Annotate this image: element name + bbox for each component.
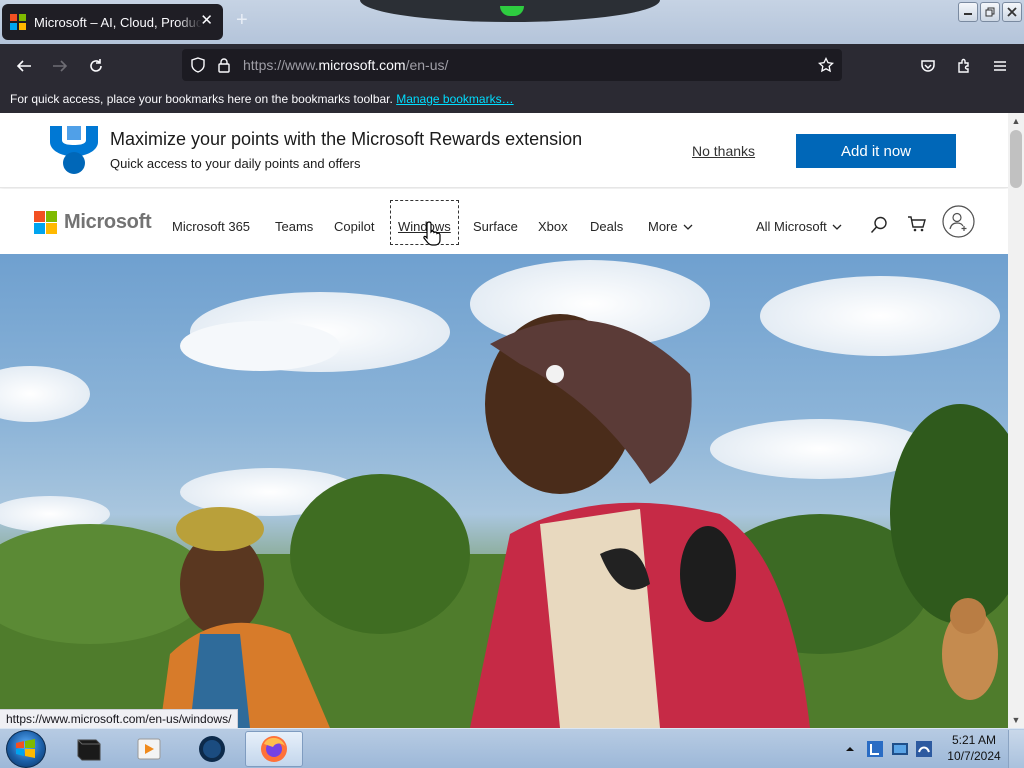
banner-subtitle: Quick access to your daily points and of… — [110, 156, 361, 171]
banner-title: Maximize your points with the Microsoft … — [110, 129, 583, 149]
extensions-icon — [958, 58, 969, 73]
rewards-banner: Maximize your points with the Microsoft … — [0, 113, 1008, 188]
microsoft-logo[interactable]: Microsoft — [34, 211, 152, 234]
browser-tab-active[interactable]: Microsoft – AI, Cloud, Productivity, Com… — [2, 4, 223, 40]
web-page: Maximize your points with the Microsoft … — [0, 113, 1008, 728]
bookmarks-message: For quick access, place your bookmarks h… — [10, 92, 393, 106]
minimize-icon — [964, 13, 972, 15]
menu-icon — [994, 61, 1006, 71]
scroll-up-icon[interactable]: ▲ — [1010, 115, 1022, 127]
browser-toolbar: https://www.microsoft.com/en-us/ — [0, 44, 1024, 86]
nav-microsoft-365[interactable]: Microsoft 365 — [172, 219, 250, 234]
extensions-button[interactable] — [950, 52, 978, 80]
nav-copilot[interactable]: Copilot — [334, 219, 374, 234]
taskbar-firefox[interactable] — [245, 731, 303, 767]
scrollbar-thumb[interactable] — [1010, 130, 1022, 188]
tab-close-icon[interactable]: ✕ — [200, 13, 213, 29]
nav-surface[interactable]: Surface — [473, 219, 518, 234]
tray-monitor-icon[interactable] — [890, 739, 910, 759]
taskbar-app-globe[interactable] — [183, 731, 241, 767]
minimize-button[interactable] — [958, 2, 978, 22]
hero-image — [0, 254, 1008, 728]
restore-icon — [985, 7, 995, 17]
globe-app-icon — [199, 736, 225, 762]
no-thanks-link[interactable]: No thanks — [692, 143, 755, 159]
close-window-button[interactable] — [1002, 2, 1022, 22]
page-scrollbar[interactable] — [1008, 113, 1024, 728]
nav-teams[interactable]: Teams — [275, 219, 313, 234]
microsoft-logo-icon — [34, 211, 57, 234]
rewards-trophy-icon — [50, 126, 98, 174]
manage-bookmarks-link[interactable]: Manage bookmarks… — [396, 92, 513, 106]
add-it-now-button[interactable]: Add it now — [796, 134, 956, 168]
status-link-preview: https://www.microsoft.com/en-us/windows/ — [0, 709, 239, 728]
chevron-down-icon — [683, 224, 693, 230]
search-icon[interactable] — [870, 216, 888, 234]
back-icon — [16, 60, 31, 72]
site-header: Microsoft Microsoft 365 Teams Copilot Wi… — [0, 189, 1008, 254]
nav-more-label: More — [648, 219, 678, 234]
clock-time: 5:21 AM — [951, 733, 997, 747]
windows-start-icon — [16, 739, 35, 758]
microsoft-wordmark: Microsoft — [64, 211, 152, 233]
taskbar-terminal[interactable] — [60, 731, 118, 767]
nav-deals[interactable]: Deals — [590, 219, 623, 234]
chevron-down-icon — [832, 224, 842, 230]
lock-icon[interactable] — [217, 57, 231, 73]
url-host: microsoft.com — [318, 57, 406, 73]
media-player-icon — [137, 738, 161, 760]
tab-title: Microsoft – AI, Cloud, Productivity, Com… — [34, 14, 202, 30]
tray-network-icon[interactable] — [914, 739, 934, 759]
app-menu-button[interactable] — [986, 52, 1014, 80]
pocket-icon — [921, 60, 935, 72]
star-icon[interactable] — [818, 57, 834, 73]
taskbar-media-player[interactable] — [120, 731, 178, 767]
forward-button[interactable] — [46, 52, 74, 80]
clock-date: 10/7/2024 — [947, 749, 1001, 763]
restore-button[interactable] — [980, 2, 1000, 22]
all-microsoft-menu[interactable]: All Microsoft — [756, 219, 842, 234]
back-button[interactable] — [10, 52, 38, 80]
hand-cursor-icon — [423, 221, 441, 246]
firefox-icon — [261, 736, 287, 762]
new-tab-button[interactable]: + — [236, 10, 248, 30]
tray-app-icon[interactable] — [865, 739, 885, 759]
forward-icon — [53, 60, 68, 72]
show-desktop-button[interactable] — [1008, 730, 1024, 768]
cart-icon[interactable] — [907, 215, 927, 233]
windows-taskbar — [0, 728, 1024, 768]
hero-illustration — [0, 260, 1008, 728]
microsoft-favicon-icon — [10, 14, 26, 30]
nav-more[interactable]: More — [648, 219, 693, 234]
tray-expand-icon[interactable] — [845, 744, 855, 754]
close-icon — [1007, 7, 1017, 17]
window-controls — [958, 2, 1022, 22]
pocket-button[interactable] — [914, 52, 942, 80]
bookmarks-toolbar: For quick access, place your bookmarks h… — [0, 86, 1024, 113]
start-button[interactable] — [6, 730, 46, 768]
nav-xbox[interactable]: Xbox — [538, 219, 568, 234]
url-prefix: https://www. — [243, 57, 319, 73]
terminal-app-icon — [77, 739, 101, 761]
taskbar-clock[interactable]: 5:21 AM 10/7/2024 — [942, 732, 1006, 764]
reload-button[interactable] — [82, 52, 110, 80]
scroll-down-icon[interactable]: ▼ — [1010, 714, 1022, 726]
url-path: /en-us/ — [405, 57, 449, 73]
shield-icon[interactable] — [190, 57, 206, 73]
reload-icon — [90, 59, 102, 72]
all-microsoft-label: All Microsoft — [756, 219, 827, 234]
account-icon[interactable] — [942, 205, 975, 238]
browser-titlebar: Microsoft – AI, Cloud, Productivity, Com… — [0, 0, 1024, 44]
url-text[interactable]: https://www.microsoft.com/en-us/ — [243, 57, 448, 73]
address-bar[interactable]: https://www.microsoft.com/en-us/ — [182, 49, 842, 81]
